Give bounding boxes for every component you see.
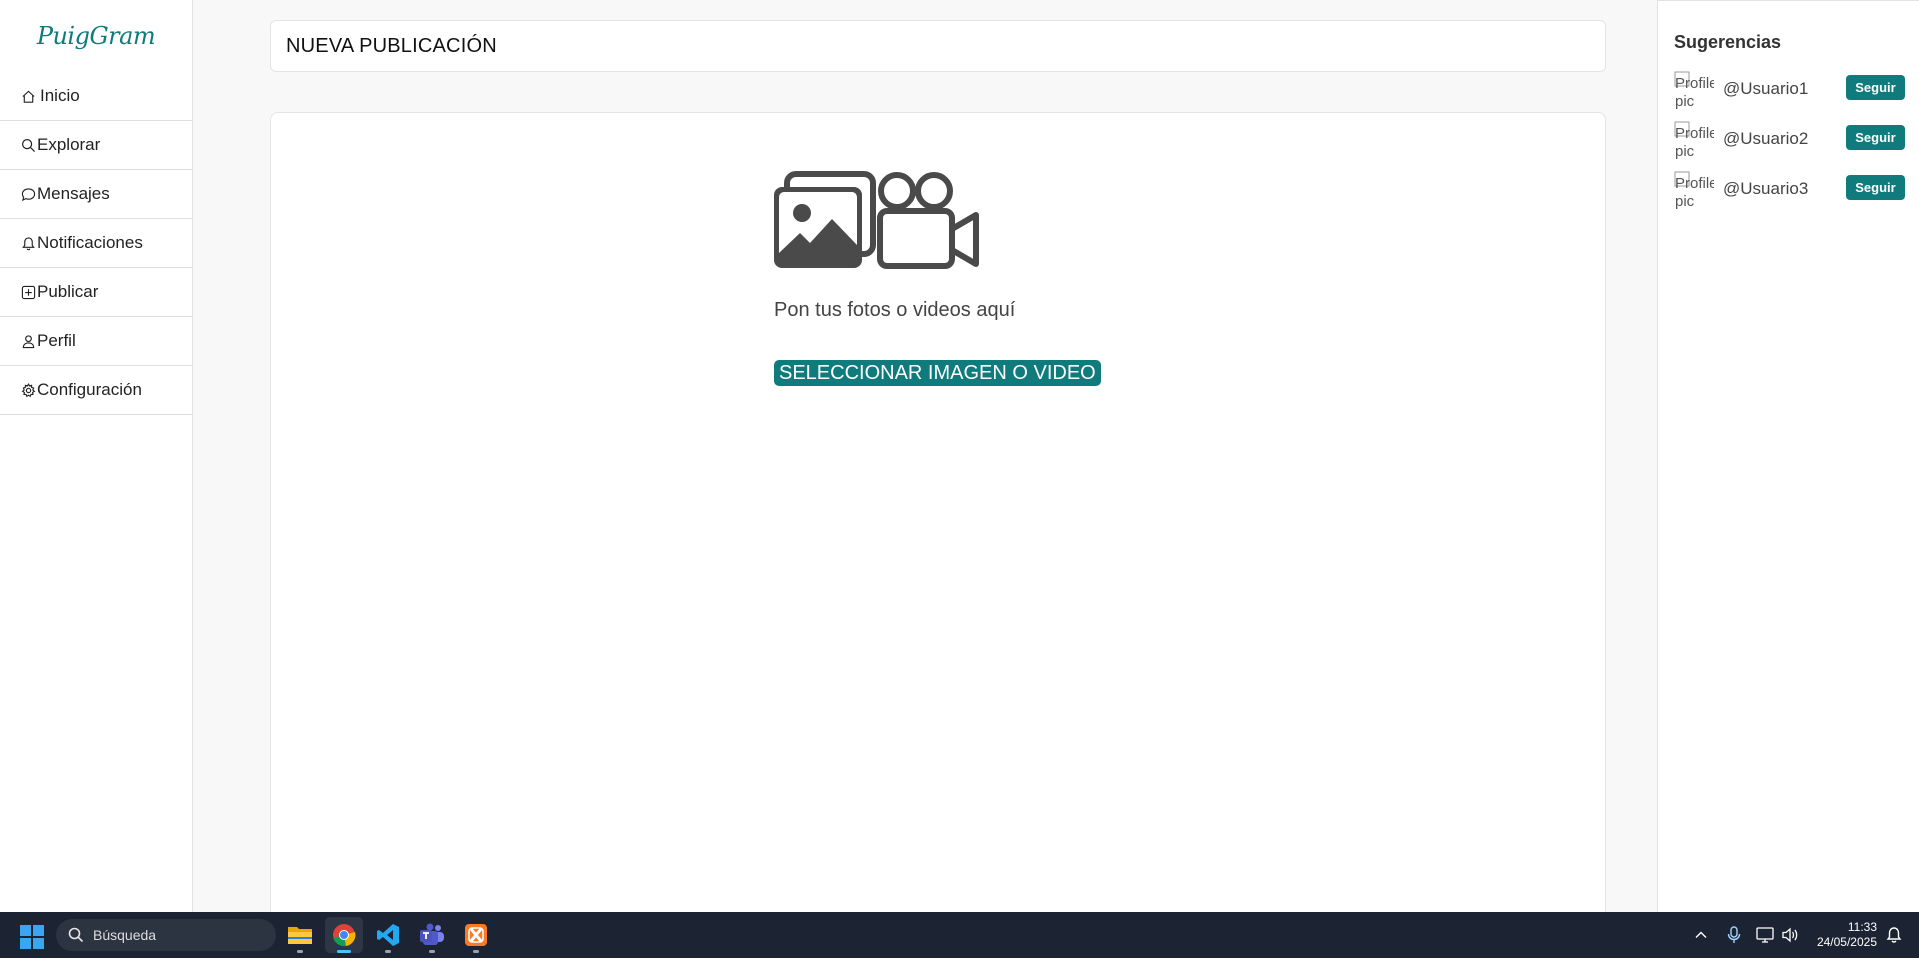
sidebar-item-notificaciones[interactable]: Notificaciones	[0, 219, 192, 268]
sidebar-item-label: Notificaciones	[37, 233, 143, 252]
sidebar-item-label: Perfil	[37, 331, 76, 350]
taskbar-search-placeholder: Búsqueda	[93, 927, 157, 943]
suggestion-username[interactable]: @Usuario2	[1723, 129, 1808, 149]
sidebar-item-inicio[interactable]: Inicio	[0, 72, 192, 121]
follow-button[interactable]: Seguir	[1846, 125, 1905, 150]
sidebar-item-mensajes[interactable]: Mensajes	[0, 170, 192, 219]
page-header: NUEVA PUBLICACIÓN	[270, 20, 1606, 72]
suggestion-item: Profile pic @Usuario1 Seguir	[1674, 71, 1905, 111]
sidebar-nav: Inicio Explorar Mensajes Notificaciones …	[0, 72, 192, 415]
sidebar-item-configuracion[interactable]: Configuración	[0, 366, 192, 415]
windows-taskbar: Búsqueda 11:33 24/05/2025	[0, 912, 1919, 958]
sidebar-item-label: Mensajes	[37, 184, 110, 203]
suggestion-item: Profile pic @Usuario3 Seguir	[1674, 171, 1905, 211]
gear-icon	[20, 382, 36, 398]
avatar[interactable]: Profile pic	[1674, 71, 1714, 109]
file-explorer-icon[interactable]	[281, 917, 319, 953]
vscode-icon[interactable]	[369, 917, 407, 953]
page-title: NUEVA PUBLICACIÓN	[286, 34, 497, 57]
sidebar-item-explorar[interactable]: Explorar	[0, 121, 192, 170]
suggestion-item: Profile pic @Usuario2 Seguir	[1674, 121, 1905, 161]
home-icon	[20, 88, 36, 104]
show-hidden-icons-chevron-icon[interactable]	[1693, 912, 1709, 958]
sidebar-item-label: Inicio	[40, 86, 80, 105]
select-media-button[interactable]: SELECCIONAR IMAGEN O VIDEO	[774, 360, 1101, 386]
plus-square-icon	[20, 284, 36, 300]
chat-bubble-icon	[20, 186, 36, 202]
sidebar-item-label: Publicar	[37, 282, 99, 301]
person-icon	[20, 333, 36, 349]
suggestion-username[interactable]: @Usuario3	[1723, 179, 1808, 199]
upload-area[interactable]: Pon tus fotos o videos aquí SELECCIONAR …	[270, 112, 1606, 912]
image-and-video-icon	[774, 167, 980, 274]
app-logo[interactable]: PuigGram	[0, 0, 192, 72]
chrome-icon[interactable]	[325, 917, 363, 953]
search-icon	[20, 137, 36, 153]
avatar-alt-text: Profile pic	[1675, 175, 1714, 209]
follow-button[interactable]: Seguir	[1846, 75, 1905, 100]
xampp-icon[interactable]	[457, 917, 495, 953]
windows-start-icon[interactable]	[20, 925, 44, 949]
avatar-alt-text: Profile pic	[1675, 125, 1714, 159]
taskbar-search[interactable]: Búsqueda	[56, 919, 276, 951]
sidebar-item-label: Explorar	[37, 135, 101, 154]
taskbar-clock[interactable]: 11:33 24/05/2025	[1817, 920, 1877, 950]
avatar[interactable]: Profile pic	[1674, 121, 1714, 159]
avatar-alt-text: Profile pic	[1675, 75, 1714, 109]
microphone-icon[interactable]	[1726, 912, 1742, 958]
network-icon[interactable]	[1756, 912, 1774, 958]
sidebar: PuigGram Inicio Explorar Mensajes Notifi…	[0, 0, 193, 912]
search-icon	[68, 927, 84, 943]
clock-date: 24/05/2025	[1816, 935, 1877, 949]
sidebar-item-publicar[interactable]: Publicar	[0, 268, 192, 317]
teams-icon[interactable]	[413, 917, 451, 953]
clock-time: 11:33	[1847, 920, 1877, 934]
suggestions-title: Sugerencias	[1674, 32, 1782, 52]
volume-icon[interactable]	[1781, 912, 1799, 958]
notification-bell-icon[interactable]	[1885, 912, 1903, 958]
suggestion-username[interactable]: @Usuario1	[1723, 79, 1808, 99]
suggestions-panel: Sugerencias Profile pic @Usuario1 Seguir…	[1657, 0, 1919, 912]
sidebar-item-perfil[interactable]: Perfil	[0, 317, 192, 366]
avatar[interactable]: Profile pic	[1674, 171, 1714, 209]
upload-instructions: Pon tus fotos o videos aquí	[774, 299, 1016, 321]
sidebar-item-label: Configuración	[37, 380, 142, 399]
follow-button[interactable]: Seguir	[1846, 175, 1905, 200]
bell-icon	[20, 235, 36, 251]
